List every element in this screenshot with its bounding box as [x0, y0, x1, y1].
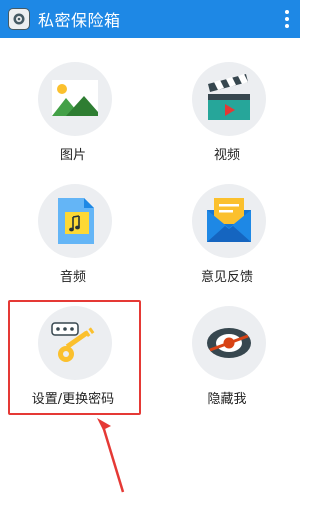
tile-audio[interactable]: 音频: [3, 184, 143, 294]
music-file-icon: [38, 184, 112, 258]
tile-videos-label: 视频: [213, 148, 240, 163]
image-icon: [38, 62, 112, 136]
tile-hide-me[interactable]: 隐藏我: [157, 306, 297, 416]
safe-icon: [8, 8, 30, 30]
more-vert-icon[interactable]: [284, 10, 290, 28]
tile-images[interactable]: 图片: [3, 62, 143, 172]
tile-hide-me-label: 隐藏我: [207, 392, 247, 407]
tile-feedback-label: 意见反馈: [200, 270, 253, 285]
highlight-box: [8, 300, 141, 415]
app-title: 私密保险箱: [38, 11, 121, 30]
envelope-icon: [192, 184, 266, 258]
clapperboard-icon: [192, 62, 266, 136]
pointer-arrow-icon: [97, 418, 125, 493]
tile-feedback[interactable]: 意见反馈: [157, 184, 297, 294]
tile-videos[interactable]: 视频: [157, 62, 297, 172]
tile-audio-label: 音频: [59, 270, 86, 285]
tile-images-label: 图片: [59, 148, 86, 163]
hide-eye-icon: [192, 306, 266, 380]
app-bar: 私密保险箱: [0, 0, 300, 38]
